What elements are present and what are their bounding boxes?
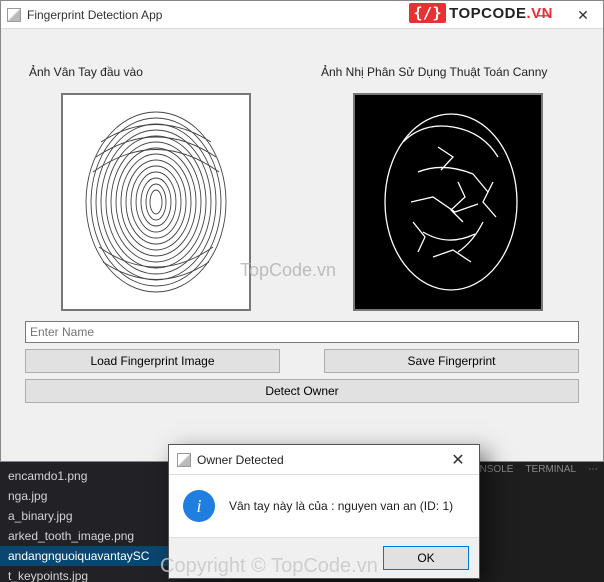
canny-image-label: Ảnh Nhị Phân Sử Dụng Thuật Toán Canny xyxy=(317,65,579,79)
detect-button[interactable]: Detect Owner xyxy=(25,379,579,403)
canny-column: Ảnh Nhị Phân Sử Dụng Thuật Toán Canny xyxy=(317,65,579,311)
terminal-tab[interactable]: TERMINAL xyxy=(525,464,576,475)
dialog-title: Owner Detected xyxy=(197,453,284,467)
save-button[interactable]: Save Fingerprint xyxy=(324,349,579,373)
name-input[interactable] xyxy=(25,321,579,343)
content-area: Ảnh Vân Tay đầu vào xyxy=(1,29,603,317)
load-button[interactable]: Load Fingerprint Image xyxy=(25,349,280,373)
dialog-message: Vân tay này là của : nguyen van an (ID: … xyxy=(229,499,453,513)
close-button[interactable]: ✕ xyxy=(563,1,603,29)
ok-button[interactable]: OK xyxy=(383,546,469,570)
dialog-title-bar: Owner Detected ✕ xyxy=(169,445,479,475)
fingerprint-image xyxy=(71,102,241,302)
dialog-body: i Vân tay này là của : nguyen van an (ID… xyxy=(169,475,479,537)
input-column: Ảnh Vân Tay đầu vào xyxy=(25,65,287,311)
more-icon[interactable]: ⋯ xyxy=(588,464,598,475)
app-icon xyxy=(7,8,21,22)
main-window: Fingerprint Detection App ─ ✕ {/} TOPCOD… xyxy=(0,0,604,462)
info-icon: i xyxy=(183,490,215,522)
owner-detected-dialog: Owner Detected ✕ i Vân tay này là của : … xyxy=(168,444,480,579)
window-title: Fingerprint Detection App xyxy=(27,8,162,22)
canny-image-frame xyxy=(353,93,543,311)
dialog-footer: OK xyxy=(169,537,479,578)
topcode-logo: {/} TOPCODE.VN xyxy=(409,3,553,23)
dialog-icon xyxy=(177,453,191,467)
dialog-close-button[interactable]: ✕ xyxy=(437,445,479,475)
canny-image xyxy=(363,102,533,302)
input-image-label: Ảnh Vân Tay đầu vào xyxy=(25,65,287,79)
input-image-frame xyxy=(61,93,251,311)
terminal-tabs: CONSOLE TERMINAL ⋯ xyxy=(465,464,598,475)
button-row: Load Fingerprint Image Save Fingerprint xyxy=(25,349,579,373)
title-bar: Fingerprint Detection App ─ ✕ {/} TOPCOD… xyxy=(1,1,603,29)
controls-area: Load Fingerprint Image Save Fingerprint … xyxy=(1,317,603,413)
